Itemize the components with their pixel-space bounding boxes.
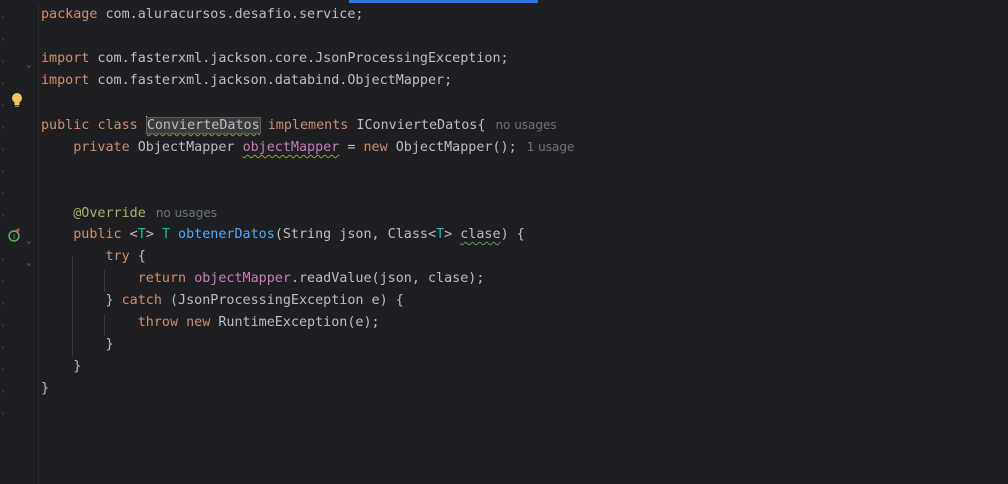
closing-brace: }	[41, 381, 50, 396]
line-number: '	[0, 323, 6, 334]
code-editor[interactable]: package com.aluracursos.desafio.service;…	[39, 4, 1008, 484]
editor-gutter[interactable]: I ⌄ ⌄ ⌄ ' ' ' ' ' ' ' ' ' ' ' ' ' ' ' ' …	[0, 4, 39, 484]
code-line-try[interactable]: try {	[39, 246, 146, 268]
keyword: package	[41, 7, 98, 22]
code-line-import[interactable]: import com.fasterxml.jackson.databind.Ob…	[39, 70, 452, 92]
line-number: '	[0, 301, 6, 312]
package-name: com.aluracursos.desafio.service;	[97, 7, 364, 22]
code-line-close-method[interactable]: }	[39, 356, 81, 378]
catch-params: (JsonProcessingException e) {	[161, 293, 404, 308]
return-type: T	[161, 227, 170, 242]
method-name[interactable]: obtenerDatos	[170, 227, 275, 242]
punctuation: {	[129, 249, 146, 264]
operator: =	[339, 140, 364, 155]
line-number: '	[0, 15, 6, 26]
keyword: catch	[121, 293, 162, 308]
keyword: implements	[267, 118, 349, 133]
type-parameter: T	[137, 227, 146, 242]
line-number: '	[0, 279, 6, 290]
usage-hint[interactable]: 1 usage	[527, 140, 575, 154]
usage-hint[interactable]: no usages	[495, 118, 556, 132]
line-number: '	[0, 125, 6, 136]
method-call: .readValue(json, clase);	[290, 271, 485, 286]
code-line-close-catch[interactable]: }	[39, 334, 114, 356]
parameter-name[interactable]: clase	[460, 227, 500, 242]
svg-text:I: I	[13, 233, 15, 241]
class-name[interactable]: ConvierteDatos	[145, 117, 261, 134]
keyword: new	[363, 140, 388, 155]
code-line-class-declaration[interactable]: public class ConvierteDatos implements I…	[39, 114, 557, 136]
code-line-method-signature[interactable]: public <T> T obtenerDatos(String json, C…	[39, 224, 525, 246]
type-parameter: T	[436, 227, 445, 242]
line-number: '	[0, 81, 6, 92]
keyword: public	[73, 227, 122, 242]
punctuation: ) {	[500, 227, 525, 242]
keyword: try	[105, 249, 130, 264]
punctuation: >	[444, 227, 461, 242]
line-number: '	[0, 411, 6, 422]
code-line-import[interactable]: import com.fasterxml.jackson.core.JsonPr…	[39, 48, 509, 70]
punctuation: >	[145, 227, 162, 242]
line-number: '	[0, 367, 6, 378]
field-name[interactable]: objectMapper	[243, 140, 340, 155]
code-line-close-class[interactable]: }	[39, 378, 71, 400]
import-path: com.fasterxml.jackson.databind.ObjectMap…	[89, 73, 453, 88]
import-path: com.fasterxml.jackson.core.JsonProcessin…	[89, 51, 509, 66]
line-number: '	[0, 345, 6, 356]
line-number: '	[0, 389, 6, 400]
line-number: '	[0, 147, 6, 158]
line-number: '	[0, 59, 6, 70]
fold-chevron-icon[interactable]: ⌄	[26, 54, 36, 76]
keyword: class	[97, 118, 138, 133]
closing-brace: }	[105, 337, 114, 352]
line-number: '	[0, 169, 6, 180]
code-line-package[interactable]: package com.aluracursos.desafio.service;	[39, 4, 363, 26]
parameters: (String json, Class<	[274, 227, 437, 242]
code-line-return[interactable]: return objectMapper.readValue(json, clas…	[39, 268, 485, 290]
fold-chevron-icon[interactable]: ⌄	[26, 230, 36, 252]
punctuation: <	[121, 227, 138, 242]
implements-method-icon[interactable]: I	[8, 228, 22, 242]
fold-chevron-icon[interactable]: ⌄	[26, 252, 36, 274]
code-line-annotation[interactable]: @Override no usages	[39, 202, 217, 224]
keyword: throw	[137, 315, 179, 330]
progress-indicator	[349, 0, 538, 3]
type-name: ObjectMapper	[129, 140, 243, 155]
line-number: '	[0, 213, 6, 224]
usage-hint[interactable]: no usages	[156, 206, 217, 220]
annotation: @Override	[73, 206, 146, 221]
keyword: public	[41, 118, 90, 133]
constructor-call: ObjectMapper();	[387, 140, 517, 155]
keyword: new	[186, 315, 211, 330]
line-number: '	[0, 103, 6, 114]
lightbulb-icon[interactable]	[10, 92, 24, 108]
line-number: '	[0, 37, 6, 48]
code-line-catch[interactable]: } catch (JsonProcessingException e) {	[39, 290, 404, 312]
keyword: return	[137, 271, 187, 286]
field-name[interactable]: objectMapper	[194, 271, 291, 286]
punctuation: }	[105, 293, 122, 308]
keyword: import	[41, 73, 90, 88]
code-line-throw[interactable]: throw new RuntimeException(e);	[39, 312, 380, 334]
keyword: private	[73, 140, 130, 155]
keyword: import	[41, 51, 90, 66]
line-number: '	[0, 257, 6, 268]
exception-constructor: RuntimeException(e);	[210, 315, 380, 330]
code-line-field[interactable]: private ObjectMapper objectMapper = new …	[39, 136, 574, 158]
interface-name[interactable]: IConvierteDatos{	[348, 118, 485, 133]
line-number: '	[0, 191, 6, 202]
closing-brace: }	[73, 359, 82, 374]
